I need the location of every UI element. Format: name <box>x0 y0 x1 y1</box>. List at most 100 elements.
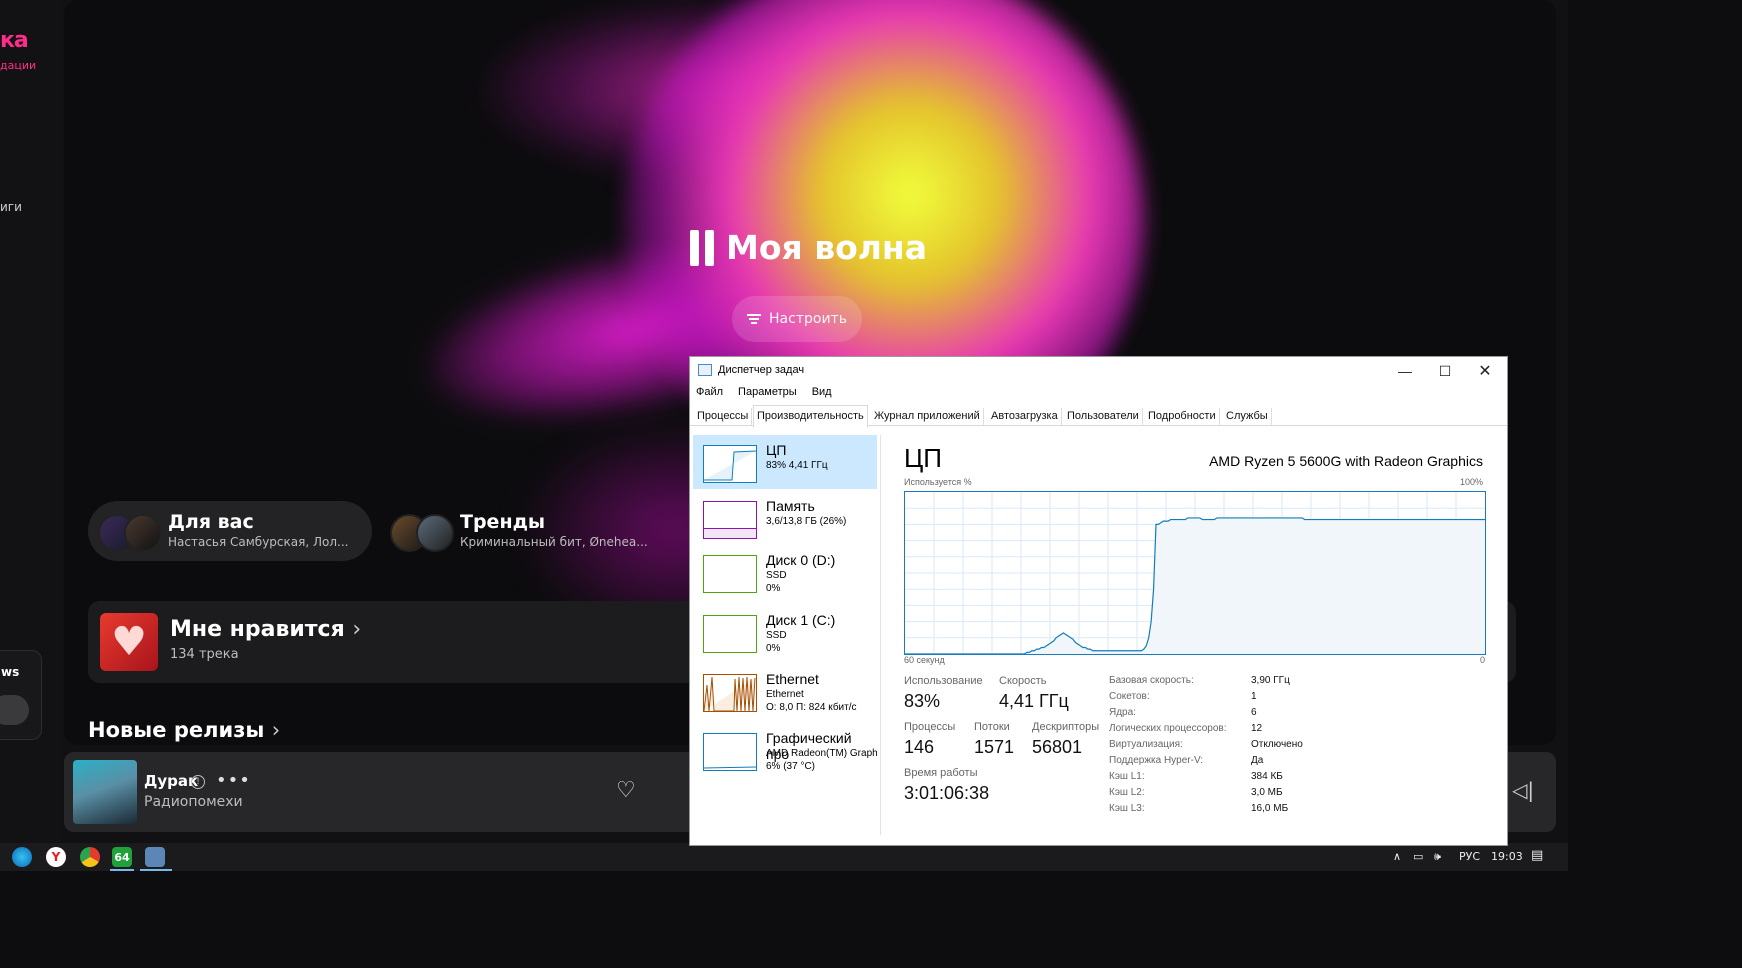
tab-services[interactable]: Службы <box>1223 408 1272 425</box>
language-indicator[interactable]: РУС <box>1459 850 1480 863</box>
avatar <box>124 514 162 552</box>
speaker-icon[interactable]: 🕪 <box>1434 850 1441 864</box>
track-artist[interactable]: Радиопомехи <box>144 794 243 810</box>
resource-memory[interactable]: Память 3,6/13,8 ГБ (26%) <box>693 491 877 545</box>
taskbar: Y 64 ∧ ▭ 🕪 РУС 19:03 ▤ <box>0 843 1568 871</box>
chip-subtitle: Настасья Самбурская, Лол... <box>168 535 349 549</box>
handles-value: 56801 <box>1032 737 1083 757</box>
maximize-button[interactable]: ☐ <box>1425 357 1465 385</box>
tune-button[interactable]: Настроить <box>732 296 862 342</box>
resource-detail: AMD Radeon(TM) Graph <box>766 748 878 759</box>
promo-button[interactable] <box>0 695 29 725</box>
window-title: Диспетчер задач <box>698 364 804 376</box>
resource-name: Диск 0 (D:) <box>766 552 836 568</box>
my-wave-header[interactable]: Моя волна <box>690 228 927 267</box>
for-you-chip[interactable]: Для вас Настасья Самбурская, Лол... <box>88 501 372 561</box>
spec-value: 384 КБ <box>1251 771 1283 782</box>
threads-label: Потоки <box>974 721 1010 733</box>
tab-processes[interactable]: Процессы <box>694 408 753 425</box>
task-manager-icon[interactable] <box>145 847 165 867</box>
close-button[interactable]: ✕ <box>1465 357 1505 385</box>
spec-value: Да <box>1251 755 1264 766</box>
trends-chip[interactable]: Тренды Криминальный бит, Øneheа... <box>380 501 680 561</box>
resource-detail: 0% <box>766 643 781 654</box>
cpu-graph-svg <box>905 492 1485 655</box>
resource-detail: 83% 4,41 ГГц <box>766 460 828 471</box>
spec-label: Кэш L3: <box>1109 803 1145 814</box>
menu-options[interactable]: Параметры <box>738 386 797 398</box>
chip-subtitle: Криминальный бит, Øneheа... <box>460 535 648 549</box>
edge-icon[interactable] <box>12 847 32 867</box>
cpu-model: AMD Ryzen 5 5600G with Radeon Graphics <box>1209 453 1483 469</box>
spec-value: 3,90 ГГц <box>1251 675 1290 686</box>
filter-icon <box>747 314 762 324</box>
resource-detail: Ethernet <box>766 689 804 700</box>
resource-name: ЦП <box>766 442 787 458</box>
resource-ethernet[interactable]: Ethernet Ethernet О: 8,0 П: 824 кбит/с <box>693 664 877 718</box>
aida64-icon[interactable]: 64 <box>112 847 132 867</box>
likes-count: 134 трека <box>170 647 239 662</box>
resource-cpu[interactable]: ЦП 83% 4,41 ГГц <box>693 435 877 489</box>
spec-value: 3,0 МБ <box>1251 787 1283 798</box>
speed-value: 4,41 ГГц <box>999 691 1069 711</box>
processes-value: 146 <box>904 737 935 757</box>
info-icon[interactable]: ! <box>191 775 205 789</box>
menu-view[interactable]: Вид <box>812 386 832 398</box>
chrome-icon[interactable] <box>80 847 100 867</box>
task-manager-app-icon <box>698 364 712 376</box>
cpu-usage-graph <box>904 491 1486 655</box>
ethernet-thumbnail <box>703 674 757 712</box>
new-releases-header[interactable]: Новые релизы › <box>88 718 280 742</box>
spec-label: Ядра: <box>1109 707 1136 718</box>
cpu-heading: ЦП <box>904 443 942 473</box>
tab-users[interactable]: Пользователи <box>1064 408 1143 425</box>
resource-disk-d[interactable]: Диск 0 (D:) SSD 0% <box>693 545 877 599</box>
spec-value: 12 <box>1251 723 1263 734</box>
spec-value: 1 <box>1251 691 1257 702</box>
memory-thumbnail <box>703 501 757 539</box>
active-indicator <box>110 869 134 871</box>
spec-label: Сокетов: <box>1109 691 1150 702</box>
resource-detail: SSD <box>766 570 787 581</box>
pane-divider[interactable] <box>880 435 881 835</box>
sidebar-item-label[interactable]: иги <box>0 200 22 214</box>
tab-startup[interactable]: Автозагрузка <box>988 408 1062 425</box>
spec-label: Базовая скорость: <box>1109 675 1194 686</box>
chip-title: Для вас <box>168 511 254 533</box>
sidebar-promo-card[interactable]: ws <box>0 650 42 740</box>
tab-app-history[interactable]: Журнал приложений <box>871 408 984 425</box>
pause-icon[interactable] <box>690 229 714 266</box>
network-icon[interactable]: ▭ <box>1413 850 1423 863</box>
logo-subtitle: дации <box>0 59 37 72</box>
notifications-icon[interactable]: ▤ <box>1531 848 1543 863</box>
task-manager-window: Диспетчер задач — ☐ ✕ Файл Параметры Вид… <box>689 356 1508 846</box>
spec-label: Логических процессоров: <box>1109 723 1227 734</box>
volume-icon[interactable]: ◁| <box>1512 778 1534 802</box>
resource-detail: 3,6/13,8 ГБ (26%) <box>766 516 847 527</box>
clock[interactable]: 19:03 <box>1491 850 1523 863</box>
resource-gpu[interactable]: Графический про AMD Radeon(TM) Graph 6% … <box>693 723 878 777</box>
menu-bar: Файл Параметры Вид <box>696 386 832 398</box>
yandex-browser-icon[interactable]: Y <box>46 847 66 867</box>
chevron-up-icon[interactable]: ∧ <box>1393 850 1401 863</box>
speed-label: Скорость <box>999 675 1047 687</box>
resource-list: ЦП 83% 4,41 ГГц Память 3,6/13,8 ГБ (26%)… <box>693 435 878 835</box>
spec-value: Отключено <box>1251 739 1303 750</box>
more-icon[interactable]: ••• <box>216 770 251 791</box>
resource-disk-c[interactable]: Диск 1 (C:) SSD 0% <box>693 605 877 659</box>
spec-label: Кэш L2: <box>1109 787 1145 798</box>
processes-label: Процессы <box>904 721 956 733</box>
uptime-value: 3:01:06:38 <box>904 783 990 803</box>
app-logo[interactable]: ка <box>0 28 29 53</box>
minimize-button[interactable]: — <box>1385 357 1425 385</box>
gpu-thumbnail <box>703 733 757 771</box>
track-cover[interactable] <box>73 760 137 824</box>
like-icon[interactable]: ♡ <box>616 778 636 803</box>
tab-details[interactable]: Подробности <box>1145 408 1220 425</box>
menu-file[interactable]: Файл <box>696 386 723 398</box>
usage-value: 83% <box>904 691 941 711</box>
tab-performance[interactable]: Производительность <box>753 405 868 428</box>
resource-detail: 0% <box>766 583 781 594</box>
sidebar: ка дации иги ws <box>0 0 62 843</box>
active-indicator <box>140 869 172 871</box>
